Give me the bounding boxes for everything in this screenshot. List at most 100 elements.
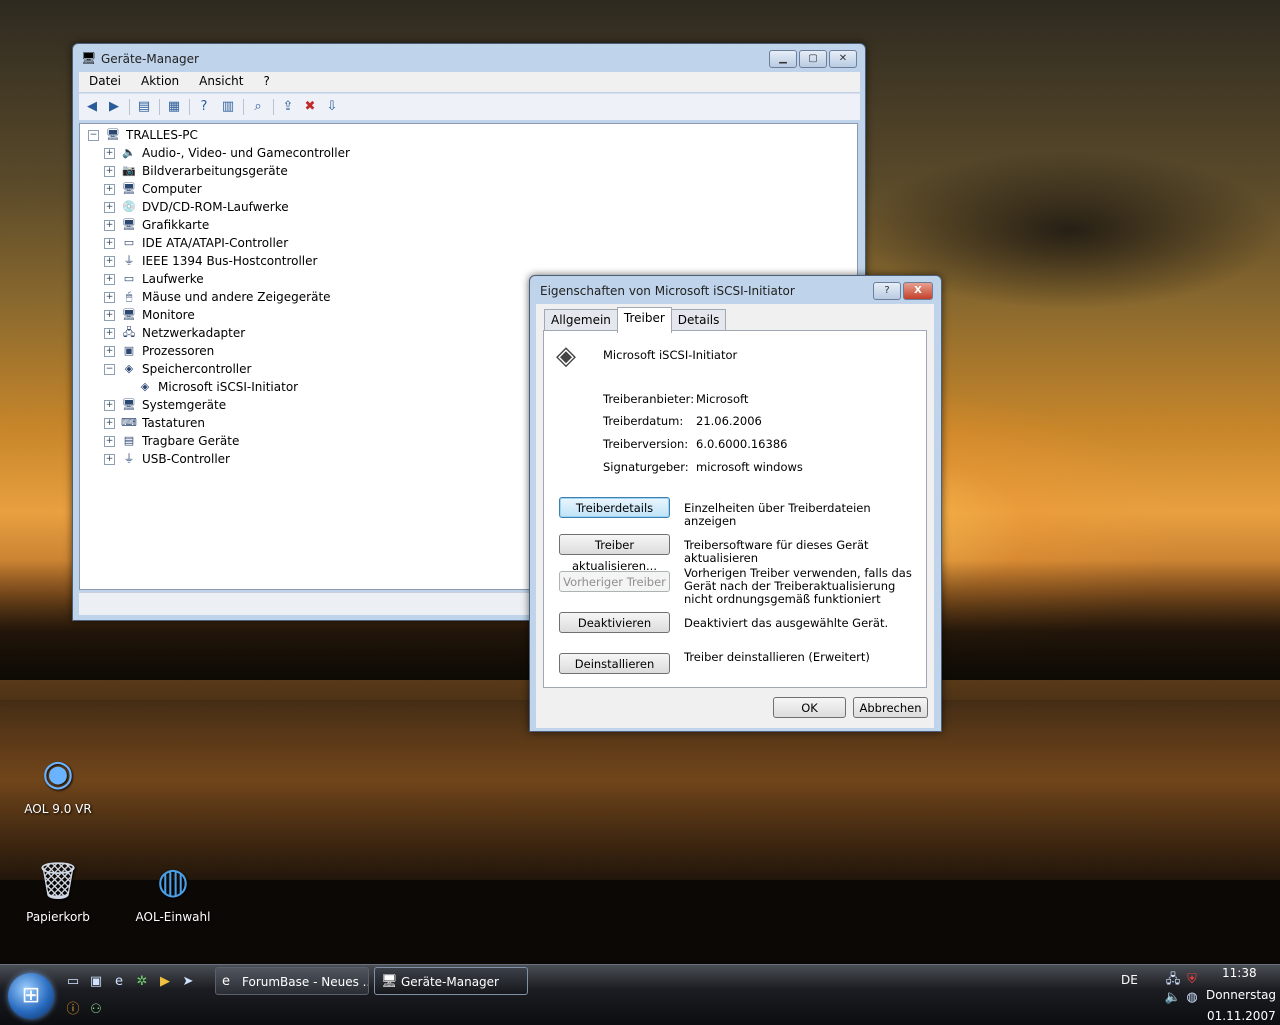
collapse-icon[interactable]: − xyxy=(88,129,99,141)
expand-icon[interactable]: + xyxy=(104,219,115,231)
uninstall-icon[interactable]: ✖ xyxy=(301,98,319,116)
expand-icon[interactable]: + xyxy=(104,399,115,411)
expand-icon[interactable]: + xyxy=(104,309,115,321)
tree-category[interactable]: + ▣ Prozessoren xyxy=(104,342,214,360)
users-icon[interactable]: ⚇ xyxy=(87,1001,105,1019)
dialog-close-button[interactable]: X xyxy=(903,282,933,300)
tree-category[interactable]: − ◈ Speichercontroller xyxy=(104,360,251,378)
tree-category[interactable]: + 🖥 Monitore xyxy=(104,306,195,324)
rollback-driver-button: Vorheriger Treiber xyxy=(559,571,670,592)
dialog-titlebar[interactable]: Eigenschaften von Microsoft iSCSI-Initia… xyxy=(530,276,941,304)
tree-category[interactable]: + ▤ Tragbare Geräte xyxy=(104,432,239,450)
internet-explorer-icon[interactable]: e xyxy=(110,973,128,991)
expand-icon[interactable]: + xyxy=(104,165,115,177)
quicklaunch-arrow-icon[interactable]: ➤ xyxy=(179,973,197,991)
tree-category[interactable]: + ▭ Laufwerke xyxy=(104,270,204,288)
driver-details-button[interactable]: Treiberdetails xyxy=(559,497,670,518)
tree-category[interactable]: + 🖥 Systemgeräte xyxy=(104,396,226,414)
switch-windows-icon[interactable]: ▣ xyxy=(87,973,105,991)
tree-category[interactable]: + 🖥 Computer xyxy=(104,180,202,198)
volume-tray-icon[interactable]: 🔈 xyxy=(1164,989,1182,1007)
speaker-icon: 🔈 xyxy=(122,146,136,159)
uninstall-button[interactable]: Deinstallieren xyxy=(559,653,670,674)
toolbar-separator xyxy=(243,99,244,115)
tree-category[interactable]: + ⏚ USB-Controller xyxy=(104,450,230,468)
security-alert-icon[interactable]: ⛨ xyxy=(1183,971,1201,989)
update-driver-icon[interactable]: ⇪ xyxy=(279,98,297,116)
show-desktop-icon[interactable]: ▭ xyxy=(64,973,82,991)
clock-time[interactable]: 11:38 xyxy=(1222,966,1257,980)
tab-details[interactable]: Details xyxy=(670,309,727,332)
disable-icon[interactable]: ⇩ xyxy=(323,98,341,116)
expand-icon[interactable]: + xyxy=(104,327,115,339)
show-hide-console-tree-icon[interactable]: ▤ xyxy=(135,98,153,116)
expand-icon[interactable]: + xyxy=(104,417,115,429)
close-button[interactable]: ✕ xyxy=(829,50,857,68)
menu-ansicht[interactable]: Ansicht xyxy=(189,72,253,92)
tree-category[interactable]: + ▭ IDE ATA/ATAPI-Controller xyxy=(104,234,288,252)
back-icon[interactable]: ◀ xyxy=(83,98,101,116)
tree-root[interactable]: − 🖥 TRALLES-PC xyxy=(88,126,198,144)
disable-button[interactable]: Deaktivieren xyxy=(559,612,670,633)
info-icon[interactable]: ⓘ xyxy=(64,1001,82,1019)
tree-category[interactable]: + 🔈 Audio-, Video- und Gamecontroller xyxy=(104,144,350,162)
expand-icon[interactable]: + xyxy=(104,201,115,213)
update-driver-button[interactable]: Treiber aktualisieren... xyxy=(559,534,670,573)
tree-category[interactable]: + 💿 DVD/CD-ROM-Laufwerke xyxy=(104,198,289,216)
view-icon[interactable]: ▥ xyxy=(219,98,237,116)
start-button[interactable]: ⊞ xyxy=(8,973,54,1019)
properties-icon[interactable]: ▦ xyxy=(165,98,183,116)
driver-details-desc: Einzelheiten über Treiberdateien anzeige… xyxy=(684,501,871,528)
expand-icon[interactable]: + xyxy=(104,183,115,195)
language-indicator[interactable]: DE xyxy=(1121,973,1138,987)
tree-category[interactable]: + 🖥 Grafikkarte xyxy=(104,216,209,234)
expand-icon[interactable]: + xyxy=(104,453,115,465)
desktop-icon-recycle-bin[interactable]: 🗑 Papierkorb xyxy=(13,858,103,924)
expand-icon[interactable]: + xyxy=(104,345,115,357)
tree-category[interactable]: + 📷 Bildverarbeitungsgeräte xyxy=(104,162,288,180)
expand-icon[interactable]: + xyxy=(104,237,115,249)
scan-hardware-icon[interactable]: ⌕ xyxy=(249,98,267,116)
expand-icon[interactable]: + xyxy=(104,273,115,285)
tab-treiber[interactable]: Treiber xyxy=(616,307,672,333)
expand-icon[interactable]: + xyxy=(104,435,115,447)
tree-item-label: Laufwerke xyxy=(142,272,204,286)
expand-icon[interactable]: + xyxy=(104,291,115,303)
network-tray-icon[interactable]: 🖧 xyxy=(1164,971,1182,989)
camera-icon: 📷 xyxy=(122,164,136,177)
help-button[interactable]: ? xyxy=(873,282,901,300)
device-manager-titlebar[interactable]: 🖥 Geräte-Manager ▁ ▢ ✕ xyxy=(73,44,865,72)
tree-item-label: Tragbare Geräte xyxy=(142,434,240,448)
tab-allgemein[interactable]: Allgemein xyxy=(544,309,618,332)
collapse-icon[interactable]: − xyxy=(104,363,115,375)
task-label: Geräte-Manager xyxy=(401,975,499,989)
quicklaunch-app-icon[interactable]: ✲ xyxy=(133,973,151,991)
field-value-date: 21.06.2006 xyxy=(696,414,762,428)
expand-icon[interactable]: + xyxy=(104,255,115,267)
tree-child-item[interactable]: ◈ Microsoft iSCSI-Initiator xyxy=(120,378,298,396)
expand-icon[interactable]: + xyxy=(104,147,115,159)
help-icon[interactable]: ? xyxy=(195,98,213,116)
ok-button[interactable]: OK xyxy=(773,697,846,718)
forward-icon[interactable]: ▶ xyxy=(105,98,123,116)
task-device-manager[interactable]: 🖥 Geräte-Manager xyxy=(374,967,528,995)
desktop-icon-label: AOL-Einwahl xyxy=(135,910,211,924)
tray-app-icon[interactable]: ◍ xyxy=(1183,989,1201,1007)
minimize-button[interactable]: ▁ xyxy=(769,50,797,68)
desktop-icon-aol-dialup[interactable]: ◍ AOL-Einwahl xyxy=(128,858,218,924)
maximize-button[interactable]: ▢ xyxy=(799,50,827,68)
media-player-icon[interactable]: ▶ xyxy=(156,973,174,991)
toolbar-separator xyxy=(129,99,130,115)
tree-category[interactable]: + ⌨ Tastaturen xyxy=(104,414,205,432)
dialog-body: Allgemein Treiber Details ◈ Microsoft iS… xyxy=(536,304,934,728)
tree-category[interactable]: + 🖱 Mäuse und andere Zeigegeräte xyxy=(104,288,331,306)
cancel-button[interactable]: Abbrechen xyxy=(853,697,928,718)
menu-datei[interactable]: Datei xyxy=(79,72,131,92)
tree-category[interactable]: + ⏚ IEEE 1394 Bus-Hostcontroller xyxy=(104,252,317,270)
menu-help[interactable]: ? xyxy=(253,72,279,92)
task-forumbase[interactable]: e ForumBase - Neues ... xyxy=(215,967,369,995)
toolbar-separator xyxy=(273,99,274,115)
tree-category[interactable]: + 🖧 Netzwerkadapter xyxy=(104,324,245,342)
desktop-icon-aol[interactable]: ◉ AOL 9.0 VR xyxy=(13,750,103,816)
menu-aktion[interactable]: Aktion xyxy=(131,72,189,92)
